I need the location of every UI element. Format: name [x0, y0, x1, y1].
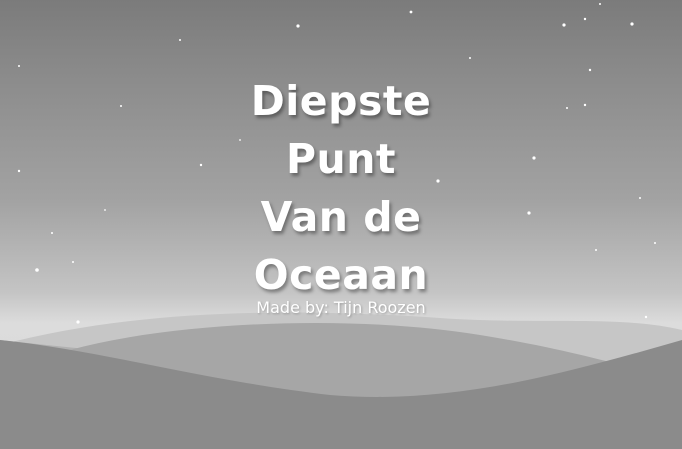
title-line-2: Punt: [285, 135, 397, 183]
title-line-4: Oceaan: [253, 251, 429, 299]
title-line-3: Van de: [260, 193, 422, 241]
game-title-screen: Diepste Punt Van de Oceaan Made by: Tijn…: [0, 0, 682, 449]
game-title: Diepste Punt Van de Oceaan: [0, 72, 682, 304]
author-credit: Made by: Tijn Roozen: [256, 298, 426, 317]
title-line-1: Diepste: [250, 77, 432, 125]
